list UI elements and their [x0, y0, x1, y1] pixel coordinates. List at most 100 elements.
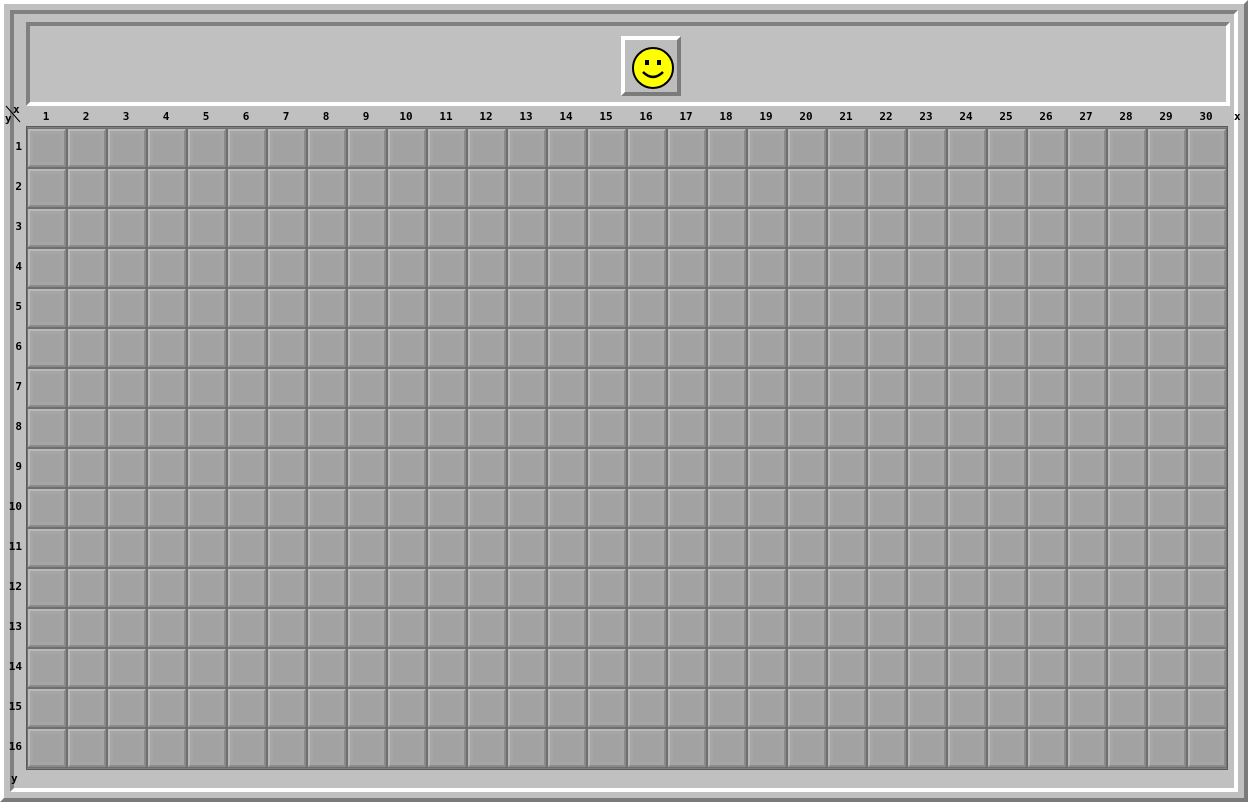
mine-cell[interactable]: [427, 688, 467, 728]
mine-cell[interactable]: [67, 288, 107, 328]
mine-cell[interactable]: [667, 248, 707, 288]
mine-cell[interactable]: [67, 248, 107, 288]
mine-cell[interactable]: [827, 168, 867, 208]
mine-cell[interactable]: [1027, 648, 1067, 688]
mine-cell[interactable]: [947, 128, 987, 168]
mine-cell[interactable]: [347, 448, 387, 488]
mine-cell[interactable]: [1067, 408, 1107, 448]
mine-cell[interactable]: [667, 728, 707, 768]
mine-cell[interactable]: [627, 448, 667, 488]
mine-cell[interactable]: [227, 368, 267, 408]
mine-cell[interactable]: [707, 248, 747, 288]
mine-cell[interactable]: [67, 488, 107, 528]
mine-cell[interactable]: [827, 488, 867, 528]
mine-cell[interactable]: [867, 288, 907, 328]
mine-cell[interactable]: [747, 528, 787, 568]
mine-cell[interactable]: [987, 208, 1027, 248]
mine-cell[interactable]: [307, 488, 347, 528]
mine-cell[interactable]: [147, 208, 187, 248]
mine-cell[interactable]: [267, 248, 307, 288]
mine-cell[interactable]: [107, 688, 147, 728]
mine-cell[interactable]: [147, 688, 187, 728]
mine-cell[interactable]: [907, 648, 947, 688]
mine-cell[interactable]: [227, 568, 267, 608]
mine-cell[interactable]: [187, 168, 227, 208]
mine-cell[interactable]: [1067, 208, 1107, 248]
mine-cell[interactable]: [1067, 128, 1107, 168]
mine-cell[interactable]: [707, 408, 747, 448]
mine-cell[interactable]: [1147, 528, 1187, 568]
mine-cell[interactable]: [987, 248, 1027, 288]
mine-cell[interactable]: [707, 528, 747, 568]
mine-cell[interactable]: [467, 688, 507, 728]
mine-cell[interactable]: [507, 568, 547, 608]
mine-cell[interactable]: [427, 368, 467, 408]
mine-cell[interactable]: [1027, 688, 1067, 728]
mine-cell[interactable]: [187, 288, 227, 328]
mine-cell[interactable]: [947, 728, 987, 768]
mine-cell[interactable]: [67, 448, 107, 488]
mine-cell[interactable]: [867, 488, 907, 528]
mine-cell[interactable]: [547, 328, 587, 368]
mine-cell[interactable]: [667, 128, 707, 168]
mine-cell[interactable]: [1187, 368, 1227, 408]
mine-cell[interactable]: [1147, 248, 1187, 288]
mine-cell[interactable]: [1187, 688, 1227, 728]
mine-cell[interactable]: [1187, 568, 1227, 608]
mine-cell[interactable]: [507, 288, 547, 328]
mine-cell[interactable]: [347, 648, 387, 688]
mine-cell[interactable]: [707, 608, 747, 648]
mine-cell[interactable]: [1147, 208, 1187, 248]
mine-cell[interactable]: [1107, 168, 1147, 208]
mine-cell[interactable]: [827, 288, 867, 328]
mine-cell[interactable]: [147, 168, 187, 208]
mine-cell[interactable]: [707, 568, 747, 608]
mine-cell[interactable]: [707, 208, 747, 248]
mine-cell[interactable]: [587, 168, 627, 208]
mine-cell[interactable]: [507, 608, 547, 648]
mine-cell[interactable]: [107, 408, 147, 448]
mine-cell[interactable]: [547, 688, 587, 728]
mine-cell[interactable]: [1107, 328, 1147, 368]
mine-cell[interactable]: [107, 168, 147, 208]
mine-cell[interactable]: [867, 128, 907, 168]
mine-cell[interactable]: [507, 728, 547, 768]
mine-cell[interactable]: [547, 488, 587, 528]
mine-cell[interactable]: [307, 168, 347, 208]
mine-cell[interactable]: [907, 128, 947, 168]
mine-cell[interactable]: [67, 208, 107, 248]
mine-cell[interactable]: [707, 328, 747, 368]
mine-cell[interactable]: [147, 488, 187, 528]
mine-cell[interactable]: [787, 168, 827, 208]
mine-cell[interactable]: [107, 128, 147, 168]
mine-cell[interactable]: [747, 288, 787, 328]
mine-cell[interactable]: [987, 688, 1027, 728]
mine-cell[interactable]: [947, 208, 987, 248]
mine-cell[interactable]: [427, 248, 467, 288]
mine-cell[interactable]: [307, 408, 347, 448]
mine-cell[interactable]: [307, 208, 347, 248]
mine-cell[interactable]: [107, 208, 147, 248]
mine-cell[interactable]: [707, 288, 747, 328]
mine-cell[interactable]: [107, 448, 147, 488]
mine-cell[interactable]: [507, 248, 547, 288]
mine-cell[interactable]: [867, 328, 907, 368]
mine-cell[interactable]: [147, 408, 187, 448]
mine-cell[interactable]: [747, 248, 787, 288]
mine-cell[interactable]: [1187, 528, 1227, 568]
mine-cell[interactable]: [547, 208, 587, 248]
mine-cell[interactable]: [667, 608, 707, 648]
mine-cell[interactable]: [267, 728, 307, 768]
mine-cell[interactable]: [747, 168, 787, 208]
mine-cell[interactable]: [1147, 288, 1187, 328]
mine-cell[interactable]: [667, 648, 707, 688]
mine-cell[interactable]: [1187, 248, 1227, 288]
mine-cell[interactable]: [1067, 488, 1107, 528]
mine-cell[interactable]: [467, 208, 507, 248]
mine-cell[interactable]: [187, 608, 227, 648]
mine-cell[interactable]: [1027, 368, 1067, 408]
mine-cell[interactable]: [187, 248, 227, 288]
mine-cell[interactable]: [507, 448, 547, 488]
mine-cell[interactable]: [307, 648, 347, 688]
mine-cell[interactable]: [1147, 728, 1187, 768]
